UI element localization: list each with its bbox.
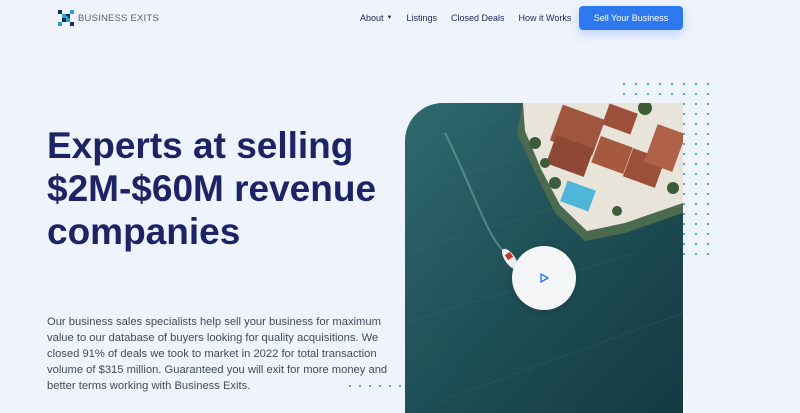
decorative-dot — [683, 173, 685, 175]
decorative-dot — [695, 213, 697, 215]
decorative-dot — [683, 163, 685, 165]
decorative-dot — [695, 103, 697, 105]
nav-item-how-it-works[interactable]: How it Works — [519, 13, 572, 23]
decorative-dot — [707, 213, 709, 215]
nav-item-listings[interactable]: Listings — [406, 13, 437, 23]
decorative-dot — [695, 183, 697, 185]
decorative-dot — [695, 203, 697, 205]
nav-item-about[interactable]: About ▼ — [360, 13, 392, 23]
decorative-dot — [707, 183, 709, 185]
decorative-dot — [683, 203, 685, 205]
decorative-dot — [683, 123, 685, 125]
decorative-dot — [683, 143, 685, 145]
decorative-dot — [695, 173, 697, 175]
logo-text: BUSINESS EXITS — [78, 12, 159, 24]
decorative-dot — [659, 83, 661, 85]
sell-your-business-button[interactable]: Sell Your Business — [579, 6, 683, 30]
x-pixel-logo-icon — [58, 10, 74, 26]
decorative-dot — [683, 93, 685, 95]
decorative-dot — [695, 83, 697, 85]
decorative-dot — [695, 193, 697, 195]
main-nav: About ▼ Listings Closed Deals How it Wor… — [360, 0, 585, 36]
decorative-dot — [695, 163, 697, 165]
decorative-dot — [623, 83, 625, 85]
decorative-dot — [707, 193, 709, 195]
decorative-dot — [707, 233, 709, 235]
decorative-dot — [683, 133, 685, 135]
decorative-dot — [683, 153, 685, 155]
decorative-dot — [695, 133, 697, 135]
decorative-dot-row — [349, 385, 401, 387]
decorative-dot — [683, 113, 685, 115]
decorative-dot — [683, 213, 685, 215]
decorative-dot — [635, 93, 637, 95]
nav-item-closed-deals-label: Closed Deals — [451, 13, 505, 23]
decorative-dot — [707, 113, 709, 115]
decorative-dot — [683, 253, 685, 255]
decorative-dot — [707, 253, 709, 255]
decorative-dot — [707, 103, 709, 105]
decorative-dot — [683, 233, 685, 235]
decorative-dot — [707, 203, 709, 205]
play-icon — [540, 273, 549, 283]
decorative-dot — [695, 143, 697, 145]
decorative-dot — [683, 193, 685, 195]
decorative-dot — [707, 173, 709, 175]
logo[interactable]: BUSINESS EXITS — [58, 10, 159, 26]
decorative-dot — [707, 83, 709, 85]
decorative-dot — [695, 123, 697, 125]
decorative-dot — [707, 93, 709, 95]
decorative-dot — [707, 243, 709, 245]
decorative-dot — [683, 183, 685, 185]
decorative-dot — [707, 223, 709, 225]
play-video-button[interactable] — [512, 246, 576, 310]
decorative-dot — [623, 93, 625, 95]
hero-description: Our business sales specialists help sell… — [47, 316, 388, 392]
decorative-dot — [695, 233, 697, 235]
decorative-dot — [683, 103, 685, 105]
decorative-dot — [695, 223, 697, 225]
decorative-dot — [647, 93, 649, 95]
decorative-dot — [659, 93, 661, 95]
decorative-dot — [695, 153, 697, 155]
decorative-dot — [683, 223, 685, 225]
decorative-dot — [695, 243, 697, 245]
hero-headline: Experts at selling $2M-$60M revenue comp… — [47, 125, 377, 252]
decorative-dot — [683, 83, 685, 85]
decorative-dot — [707, 143, 709, 145]
decorative-dot — [695, 113, 697, 115]
decorative-dot — [695, 253, 697, 255]
decorative-dot — [635, 83, 637, 85]
decorative-dot — [707, 153, 709, 155]
decorative-dot — [671, 83, 673, 85]
decorative-dot — [683, 243, 685, 245]
decorative-dot — [707, 133, 709, 135]
nav-item-about-label: About — [360, 13, 384, 23]
decorative-dot — [647, 83, 649, 85]
nav-item-how-it-works-label: How it Works — [518, 13, 572, 23]
decorative-dot — [695, 93, 697, 95]
decorative-dot — [707, 163, 709, 165]
decorative-dot — [671, 93, 673, 95]
decorative-dot — [707, 123, 709, 125]
chevron-down-icon: ▼ — [386, 15, 393, 21]
nav-item-listings-label: Listings — [406, 13, 437, 23]
nav-item-closed-deals[interactable]: Closed Deals — [451, 13, 505, 23]
